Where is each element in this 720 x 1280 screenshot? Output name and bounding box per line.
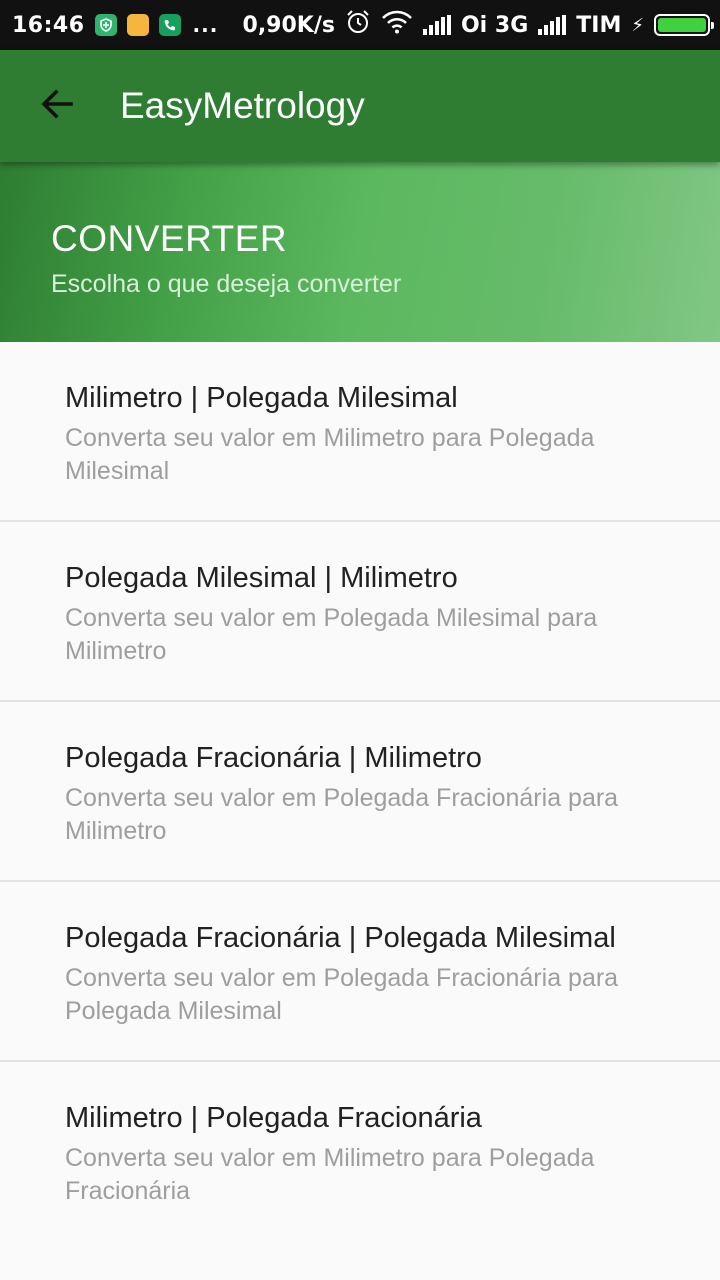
carrier-1: Oi 3G: [460, 12, 529, 38]
section-subtitle: Escolha o que deseja converter: [51, 270, 402, 298]
wifi-icon: [381, 10, 413, 40]
list-item[interactable]: Polegada Fracionária | Polegada Milesima…: [0, 882, 720, 1062]
back-button[interactable]: [22, 71, 92, 141]
shield-icon: [94, 14, 117, 36]
item-title: Polegada Milesimal | Milimetro: [65, 562, 458, 594]
status-time: 16:46: [12, 12, 85, 38]
item-title: Polegada Fracionária | Milimetro: [65, 742, 482, 774]
network-speed: 0,90K/s: [242, 12, 335, 38]
section-title: CONVERTER: [51, 218, 288, 259]
app-bar: EasyMetrology: [0, 50, 720, 162]
item-description: Converta seu valor em Polegada Fracionár…: [65, 784, 619, 845]
more-notifications-icon: ...: [192, 13, 219, 37]
list-item[interactable]: Milimetro | Polegada Milesimal Converta …: [0, 342, 720, 522]
list-item[interactable]: Milimetro | Polegada Fracionária Convert…: [0, 1062, 720, 1242]
note-icon: [126, 14, 149, 36]
item-description: Converta seu valor em Polegada Milesimal…: [65, 604, 598, 665]
alarm-icon: [345, 9, 371, 41]
carrier-2: TIM: [576, 12, 622, 38]
item-description: Converta seu valor em Milimetro para Pol…: [65, 424, 595, 485]
charging-icon: ⚡: [631, 14, 644, 36]
arrow-left-icon: [39, 86, 75, 126]
item-description: Converta seu valor em Polegada Fracionár…: [65, 964, 619, 1025]
status-bar: 16:46 ... 0,90K/s Oi 3G TIM ⚡: [0, 0, 720, 50]
converter-list: Milimetro | Polegada Milesimal Converta …: [0, 342, 720, 1242]
phone-icon: [158, 14, 181, 36]
app-title: EasyMetrology: [120, 85, 365, 126]
header-banner: CONVERTER Escolha o que deseja converter: [0, 162, 720, 342]
item-title: Milimetro | Polegada Milesimal: [65, 382, 458, 414]
battery-icon: [654, 14, 714, 36]
item-description: Converta seu valor em Milimetro para Pol…: [65, 1144, 595, 1205]
list-item[interactable]: Polegada Fracionária | Milimetro Convert…: [0, 702, 720, 882]
item-title: Milimetro | Polegada Fracionária: [65, 1102, 482, 1134]
list-item[interactable]: Polegada Milesimal | Milimetro Converta …: [0, 522, 720, 702]
signal-icon: [422, 15, 451, 35]
signal-icon: [538, 15, 567, 35]
item-title: Polegada Fracionária | Polegada Milesima…: [65, 922, 616, 954]
